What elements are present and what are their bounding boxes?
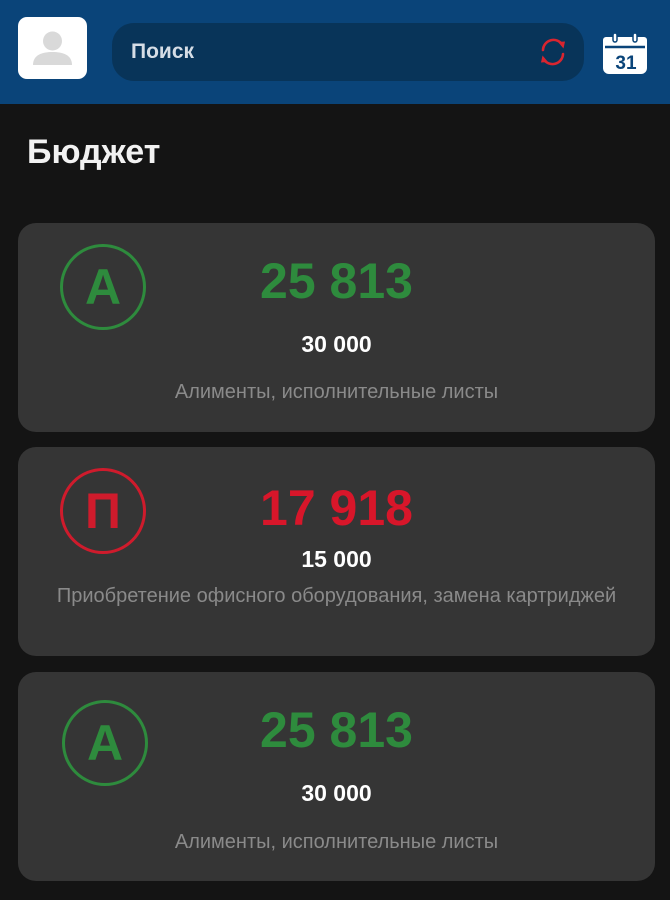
budget-limit: 15 000 xyxy=(301,546,372,572)
category-description: Алименты, исполнительные листы xyxy=(174,381,499,403)
page-title: Бюджет xyxy=(27,133,161,171)
budget-card[interactable]: П 17 918 15 000 Приобретение офисного об… xyxy=(18,447,655,656)
search-placeholder: Поиск xyxy=(131,40,195,63)
spent-amount: 17 918 xyxy=(260,480,413,536)
calendar-day: 31 xyxy=(615,53,637,74)
category-description: Алименты, исполнительные листы xyxy=(174,831,499,853)
spent-amount: 25 813 xyxy=(260,702,413,758)
avatar[interactable] xyxy=(18,17,87,79)
budget-card[interactable]: А 25 813 30 000 Алименты, исполнительные… xyxy=(18,672,655,881)
refresh-icon[interactable] xyxy=(536,35,570,69)
budget-card[interactable]: А 25 813 30 000 Алименты, исполнительные… xyxy=(18,223,655,432)
search-input[interactable]: Поиск xyxy=(112,23,584,81)
category-description: Приобретение офисного оборудования, заме… xyxy=(56,585,617,607)
budget-limit: 30 000 xyxy=(301,780,372,806)
spent-amount: 25 813 xyxy=(260,253,413,309)
top-bar: Поиск 31 xyxy=(0,0,670,104)
calendar-icon[interactable]: 31 xyxy=(600,31,650,77)
user-avatar-icon xyxy=(33,31,72,65)
budget-limit: 30 000 xyxy=(301,331,372,357)
